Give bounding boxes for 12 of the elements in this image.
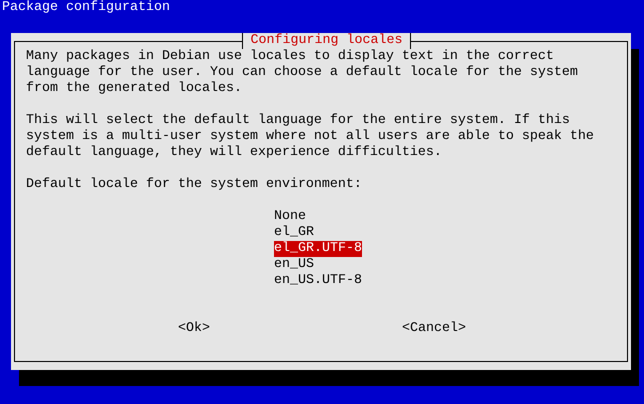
description-text: This will select the default language for the entire system. If this system is a multi-user system where not all users are able to speak the default language, they will experience difficulties.: [26, 113, 595, 161]
locale-option[interactable]: None: [274, 209, 306, 225]
dialog-button[interactable]: <Cancel>: [402, 321, 466, 337]
window-title: Package configuration: [1, 0, 170, 16]
dialog-button[interactable]: <Ok>: [178, 321, 210, 337]
locale-option[interactable]: el_GR: [274, 225, 314, 241]
dialog-title: Configuring locales: [242, 33, 412, 49]
prompt-text: Default locale for the system environment:: [26, 177, 362, 193]
description-text: Many packages in Debian use locales to display text in the correct language for the user. You can choose a default locale for the system from the generated locales.: [26, 49, 579, 97]
locale-option[interactable]: el_GR.UTF-8: [274, 241, 362, 257]
locale-option[interactable]: en_US.UTF-8: [274, 273, 362, 289]
locale-option[interactable]: en_US: [274, 257, 314, 273]
